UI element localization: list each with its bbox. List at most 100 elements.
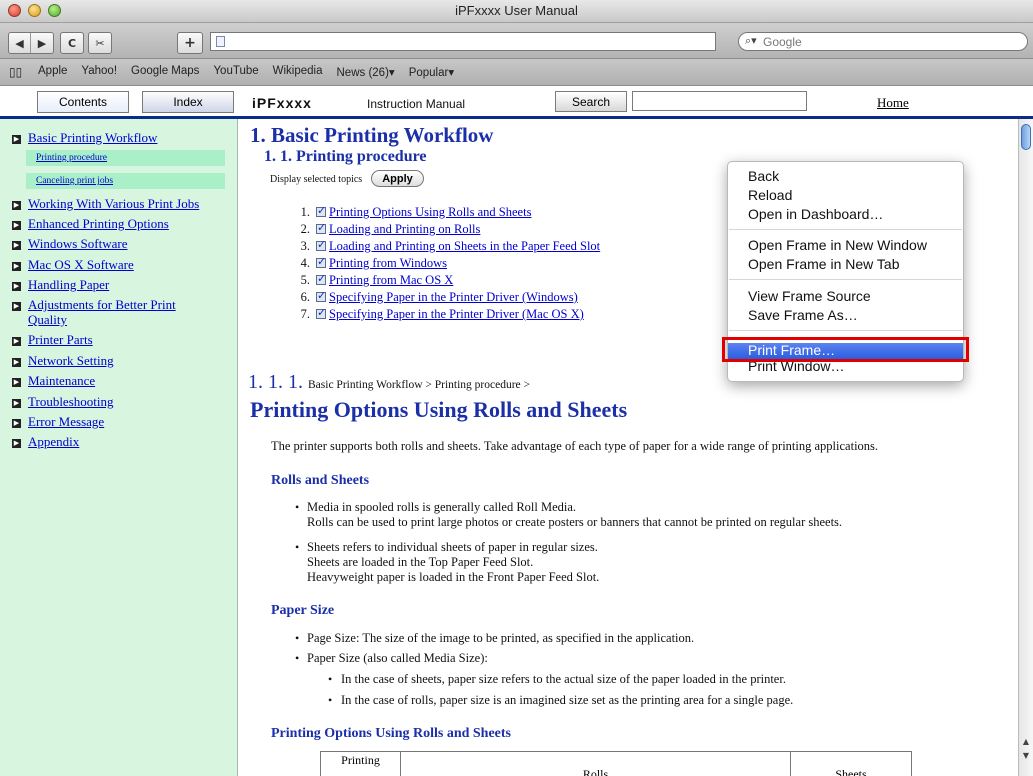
topic-checkbox[interactable] (316, 306, 326, 319)
nav-item-error-message[interactable]: ▶ Error Message (12, 414, 104, 429)
nav-item-network-setting[interactable]: ▶ Network Setting (12, 353, 114, 368)
tab-index[interactable]: Index (142, 91, 234, 113)
rolls-heading: Rolls and Sheets (271, 473, 370, 488)
bullet-icon: • (295, 500, 300, 514)
rolls-paragraph-1b: Rolls can be used to print large photos … (307, 515, 843, 529)
menu-item-open-dashboard[interactable]: Open in Dashboard… (748, 206, 883, 222)
menu-separator (729, 330, 962, 331)
nav-sub-canceling-print-jobs[interactable]: Canceling print jobs (26, 173, 225, 189)
browser-toolbar: ◀ ▶ C ✂ + ⌕▾ Google (0, 23, 1033, 59)
menu-item-view-frame-source[interactable]: View Frame Source (748, 288, 871, 304)
scroll-thumb[interactable] (1021, 124, 1031, 150)
topic-item[interactable]: 6.Specifying Paper in the Printer Driver… (288, 289, 578, 305)
book-icon[interactable]: ▯▯ (9, 65, 22, 79)
topic-checkbox[interactable] (316, 272, 326, 285)
web-clip-button[interactable]: ✂ (89, 33, 111, 53)
nav-sub-printing-procedure[interactable]: Printing procedure (26, 150, 225, 166)
window-titlebar: iPFxxxx User Manual (0, 0, 1033, 23)
vertical-scrollbar[interactable]: ▲ ▼ (1018, 119, 1033, 776)
menu-item-print-frame[interactable]: Print Frame… (728, 342, 963, 359)
expand-arrow-icon: ▶ (12, 378, 21, 387)
scroll-up-icon[interactable]: ▲ (1021, 737, 1031, 749)
nav-item-basic-printing-workflow[interactable]: ▶ Basic Printing Workflow (12, 130, 157, 145)
expand-arrow-icon: ▶ (12, 241, 21, 250)
expand-arrow-icon: ▶ (12, 399, 21, 408)
context-menu: Back Reload Open in Dashboard… Open Fram… (722, 161, 969, 382)
bookmark-item[interactable]: Popular▾ (409, 65, 454, 79)
menu-item-print-frame-label: Print Frame… (748, 342, 836, 358)
search-placeholder: Google (763, 35, 802, 49)
search-button[interactable]: Search (555, 91, 627, 112)
expand-arrow-icon: ▶ (12, 358, 21, 367)
menu-item-open-frame-window[interactable]: Open Frame in New Window (748, 237, 927, 253)
breadcrumb: Basic Printing Workflow > Printing proce… (308, 379, 530, 391)
nav-item-troubleshooting[interactable]: ▶ Troubleshooting (12, 394, 113, 409)
scissors-icon: ✂ (95, 36, 105, 50)
rolls-paragraph-2b: Sheets are loaded in the Top Paper Feed … (307, 555, 534, 569)
nav-item-various-print-jobs[interactable]: ▶ Working With Various Print Jobs (12, 196, 199, 211)
nav-item-mac-software[interactable]: ▶ Mac OS X Software (12, 257, 134, 272)
manual-search-input[interactable] (632, 91, 807, 111)
topic-checkbox[interactable] (316, 204, 326, 217)
subsection-heading: 1. 1. 1. Basic Printing Workflow > Print… (248, 371, 530, 394)
bookmark-item[interactable]: News (26)▾ (337, 65, 395, 79)
menu-separator (729, 229, 962, 230)
web-search-field[interactable]: ⌕▾ Google (738, 32, 1028, 51)
topic-item[interactable]: 5.Printing from Mac OS X (288, 272, 454, 288)
forward-button[interactable]: ▶ (31, 33, 53, 53)
display-topics-label: Display selected topics (270, 174, 363, 185)
tab-contents[interactable]: Contents (37, 91, 129, 113)
bullet-icon: • (295, 651, 300, 665)
window-title: iPFxxxx User Manual (455, 3, 578, 18)
bullet-icon: • (328, 693, 333, 707)
topic-item[interactable]: 4.Printing from Windows (288, 255, 447, 271)
bookmark-list: Apple Yahoo! Google Maps YouTube Wikipedia Ne… (38, 65, 468, 79)
nav-item-handling-paper[interactable]: ▶ Handling Paper (12, 277, 109, 292)
scroll-down-icon[interactable]: ▼ (1021, 751, 1031, 763)
nav-item-maintenance[interactable]: ▶ Maintenance (12, 373, 95, 388)
address-bar[interactable] (210, 32, 757, 51)
topic-item[interactable]: 1.Printing Options Using Rolls and Sheet… (288, 204, 532, 220)
topic-item[interactable]: 7.Specifying Paper in the Printer Driver… (288, 306, 584, 322)
topic-checkbox[interactable] (316, 289, 326, 302)
menu-item-save-frame[interactable]: Save Frame As… (748, 307, 858, 323)
paper-size-heading: Paper Size (271, 603, 335, 618)
topic-checkbox[interactable] (316, 255, 326, 268)
bookmark-item[interactable]: Apple (38, 65, 67, 79)
chapter-title: 1. Basic Printing Workflow (250, 123, 494, 147)
paper-bullet-2a: In the case of sheets, paper size refers… (341, 672, 786, 686)
paper-bullet-2: Paper Size (also called Media Size): (307, 651, 488, 665)
bookmark-item[interactable]: Wikipedia (273, 65, 323, 79)
table-header-printing: Printing (321, 752, 401, 776)
bookmark-item[interactable]: Yahoo! (81, 65, 117, 79)
nav-item-enhanced-printing[interactable]: ▶ Enhanced Printing Options (12, 216, 169, 231)
bookmark-item[interactable]: Google Maps (131, 65, 199, 79)
bullet-icon: • (295, 540, 300, 554)
table-header-rolls: Rolls (401, 752, 791, 776)
highlight-box: Print Frame… (722, 337, 969, 362)
bookmark-item[interactable]: YouTube (213, 65, 258, 79)
nav-item-adjustments[interactable]: ▶ Adjustments for Better Print (12, 297, 176, 312)
expand-arrow-icon: ▶ (12, 221, 21, 230)
topic-checkbox[interactable] (316, 238, 326, 251)
expand-arrow-icon: ▶ (12, 439, 21, 448)
home-link[interactable]: Home (877, 95, 909, 111)
menu-item-reload[interactable]: Reload (748, 187, 792, 203)
menu-item-open-frame-tab[interactable]: Open Frame in New Tab (748, 256, 899, 272)
apply-button[interactable]: Apply (371, 170, 424, 187)
menu-item-back[interactable]: Back (748, 168, 779, 184)
back-button[interactable]: ◀ (9, 33, 31, 53)
nav-item-printer-parts[interactable]: ▶ Printer Parts (12, 332, 93, 347)
nav-item-adjustments-cont[interactable]: Quality (28, 312, 67, 327)
topic-item[interactable]: 2.Loading and Printing on Rolls (288, 221, 481, 237)
search-icon: ⌕▾ (745, 34, 757, 47)
nav-item-windows-software[interactable]: ▶ Windows Software (12, 236, 128, 251)
expand-arrow-icon: ▶ (12, 302, 21, 311)
subsection-title: Printing Options Using Rolls and Sheets (250, 397, 628, 422)
topic-item[interactable]: 3.Loading and Printing on Sheets in the … (288, 238, 601, 254)
topic-checkbox[interactable] (316, 221, 326, 234)
nav-item-appendix[interactable]: ▶ Appendix (12, 434, 79, 449)
add-bookmark-button[interactable]: + (178, 33, 202, 53)
page-icon (216, 36, 225, 47)
reload-button[interactable]: C (61, 33, 83, 53)
